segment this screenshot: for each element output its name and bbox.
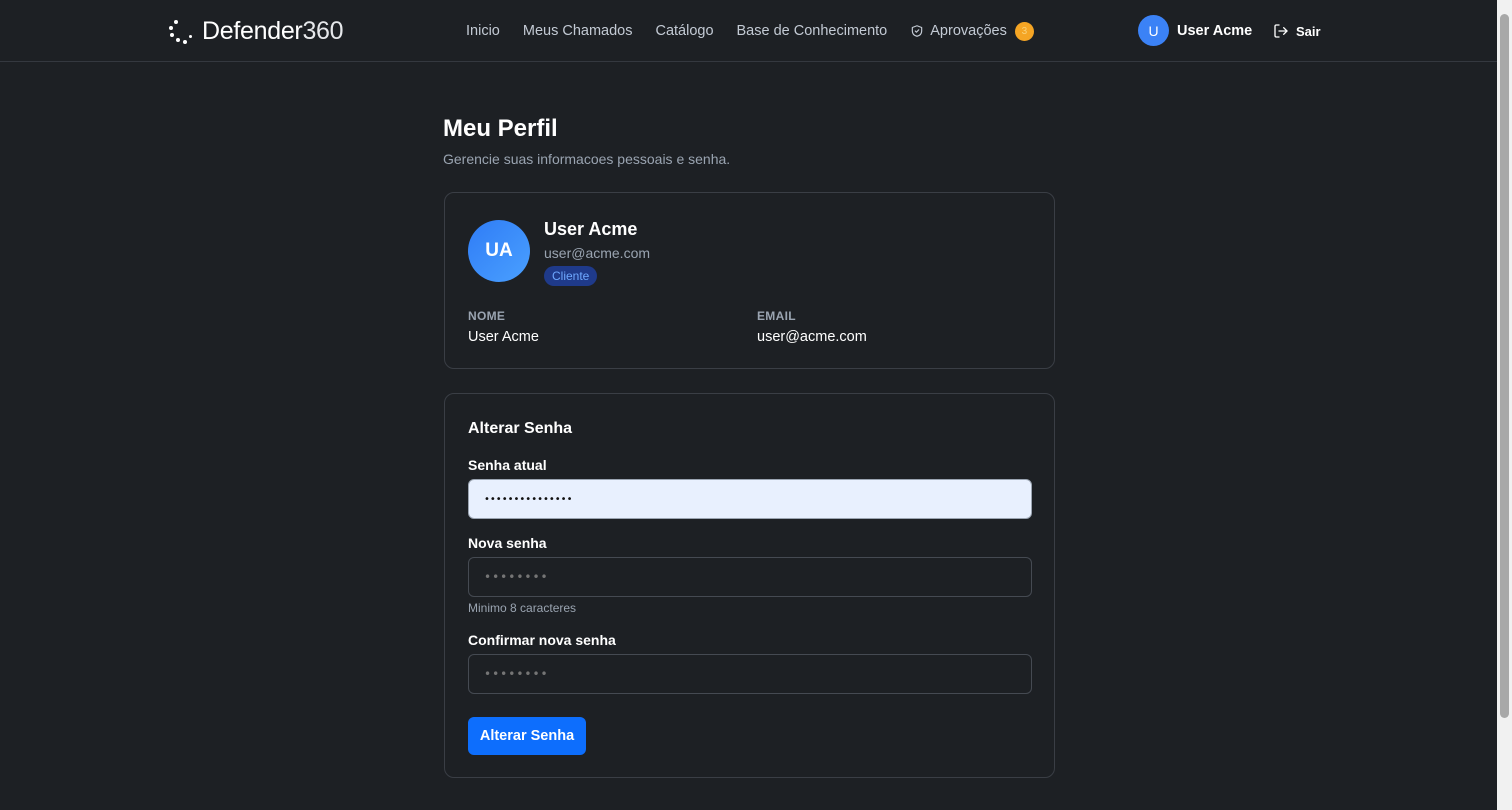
email-field-value: user@acme.com bbox=[757, 329, 867, 345]
user-name: User Acme bbox=[1177, 22, 1253, 39]
scrollbar-thumb[interactable] bbox=[1500, 14, 1509, 718]
top-navbar: Defender360 Inicio Meus Chamados Catálog… bbox=[0, 0, 1497, 62]
profile-avatar: UA bbox=[468, 220, 530, 282]
profile-card: UA User Acme user@acme.com Cliente NOME … bbox=[444, 192, 1055, 369]
change-password-card: Alterar Senha Senha atual Nova senha Min… bbox=[444, 393, 1055, 778]
change-password-button[interactable]: Alterar Senha bbox=[468, 717, 586, 755]
nav-item-catalogo[interactable]: Catálogo bbox=[655, 23, 713, 39]
new-password-input[interactable] bbox=[468, 557, 1032, 597]
current-password-input[interactable] bbox=[468, 479, 1032, 519]
avatar: U bbox=[1138, 15, 1169, 46]
nav-item-aprovacoes-label: Aprovações bbox=[930, 23, 1007, 39]
approvals-count-badge: 3 bbox=[1014, 21, 1034, 41]
confirm-password-label: Confirmar nova senha bbox=[468, 632, 616, 648]
page-title: Meu Perfil bbox=[443, 115, 558, 142]
page-subtitle: Gerencie suas informacoes pessoais e sen… bbox=[443, 151, 731, 167]
logout-label: Sair bbox=[1296, 23, 1321, 39]
profile-page: Defender360 Inicio Meus Chamados Catálog… bbox=[0, 0, 1512, 810]
shield-icon bbox=[912, 25, 923, 37]
email-field-label: EMAIL bbox=[757, 309, 796, 323]
nav-item-meus-chamados[interactable]: Meus Chamados bbox=[523, 23, 633, 39]
main-nav: Inicio Meus Chamados Catálogo Base de Co… bbox=[466, 20, 1034, 42]
logo-text: Defender360 bbox=[202, 16, 344, 46]
nav-item-inicio[interactable]: Inicio bbox=[466, 23, 500, 39]
profile-email: user@acme.com bbox=[544, 245, 651, 261]
logout-icon bbox=[1274, 24, 1288, 38]
logout-button[interactable]: Sair bbox=[1273, 20, 1321, 42]
logo[interactable]: Defender360 bbox=[168, 14, 344, 48]
logo-text-bold: Defender bbox=[202, 16, 303, 45]
logo-dots-icon bbox=[168, 18, 194, 44]
new-password-hint: Minimo 8 caracteres bbox=[468, 601, 577, 615]
current-password-label: Senha atual bbox=[468, 457, 547, 473]
user-menu[interactable]: U User Acme bbox=[1138, 15, 1252, 46]
nav-item-aprovacoes[interactable]: Aprovações 3 bbox=[910, 21, 1034, 41]
page-scrollbar[interactable] bbox=[1497, 0, 1512, 810]
change-password-title: Alterar Senha bbox=[468, 420, 573, 437]
name-field-value: User Acme bbox=[468, 329, 539, 345]
nav-item-base-de-conhecimento[interactable]: Base de Conhecimento bbox=[737, 23, 888, 39]
new-password-label: Nova senha bbox=[468, 535, 547, 551]
role-badge: Cliente bbox=[544, 266, 598, 286]
name-field-label: NOME bbox=[468, 309, 506, 323]
profile-name: User Acme bbox=[544, 219, 638, 239]
logo-text-light: 360 bbox=[302, 16, 344, 45]
confirm-password-input[interactable] bbox=[468, 654, 1032, 694]
